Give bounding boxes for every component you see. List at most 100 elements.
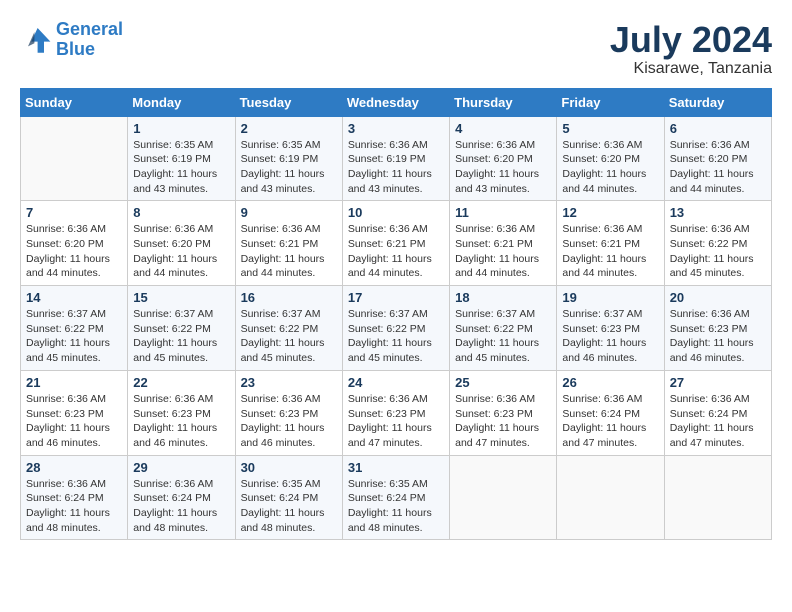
- calendar-cell: 5 Sunrise: 6:36 AM Sunset: 6:20 PM Dayli…: [557, 116, 664, 201]
- sunrise-text: Sunrise: 6:35 AM: [133, 138, 229, 153]
- daylight-text: Daylight: 11 hours and 46 minutes.: [241, 421, 337, 450]
- day-info: Sunrise: 6:36 AM Sunset: 6:21 PM Dayligh…: [348, 222, 444, 281]
- sunset-text: Sunset: 6:21 PM: [562, 237, 658, 252]
- daylight-text: Daylight: 11 hours and 46 minutes.: [670, 336, 766, 365]
- day-number: 8: [133, 205, 229, 220]
- sunset-text: Sunset: 6:24 PM: [241, 491, 337, 506]
- day-info: Sunrise: 6:36 AM Sunset: 6:20 PM Dayligh…: [562, 138, 658, 197]
- daylight-text: Daylight: 11 hours and 44 minutes.: [562, 252, 658, 281]
- day-info: Sunrise: 6:36 AM Sunset: 6:20 PM Dayligh…: [670, 138, 766, 197]
- sunset-text: Sunset: 6:23 PM: [133, 407, 229, 422]
- day-info: Sunrise: 6:37 AM Sunset: 6:22 PM Dayligh…: [348, 307, 444, 366]
- sunrise-text: Sunrise: 6:35 AM: [241, 477, 337, 492]
- daylight-text: Daylight: 11 hours and 44 minutes.: [241, 252, 337, 281]
- calendar-cell: 24 Sunrise: 6:36 AM Sunset: 6:23 PM Dayl…: [342, 370, 449, 455]
- day-number: 19: [562, 290, 658, 305]
- calendar-cell: 8 Sunrise: 6:36 AM Sunset: 6:20 PM Dayli…: [128, 201, 235, 286]
- day-number: 16: [241, 290, 337, 305]
- sunset-text: Sunset: 6:23 PM: [455, 407, 551, 422]
- col-monday: Monday: [128, 88, 235, 116]
- day-info: Sunrise: 6:36 AM Sunset: 6:24 PM Dayligh…: [26, 477, 122, 536]
- daylight-text: Daylight: 11 hours and 46 minutes.: [133, 421, 229, 450]
- sunset-text: Sunset: 6:23 PM: [241, 407, 337, 422]
- day-number: 14: [26, 290, 122, 305]
- daylight-text: Daylight: 11 hours and 48 minutes.: [133, 506, 229, 535]
- calendar-cell: 23 Sunrise: 6:36 AM Sunset: 6:23 PM Dayl…: [235, 370, 342, 455]
- daylight-text: Daylight: 11 hours and 46 minutes.: [562, 336, 658, 365]
- day-info: Sunrise: 6:37 AM Sunset: 6:22 PM Dayligh…: [133, 307, 229, 366]
- day-info: Sunrise: 6:36 AM Sunset: 6:24 PM Dayligh…: [562, 392, 658, 451]
- daylight-text: Daylight: 11 hours and 44 minutes.: [670, 167, 766, 196]
- sunset-text: Sunset: 6:23 PM: [26, 407, 122, 422]
- sunset-text: Sunset: 6:20 PM: [455, 152, 551, 167]
- sunrise-text: Sunrise: 6:36 AM: [455, 138, 551, 153]
- daylight-text: Daylight: 11 hours and 45 minutes.: [26, 336, 122, 365]
- sunset-text: Sunset: 6:23 PM: [348, 407, 444, 422]
- sunrise-text: Sunrise: 6:36 AM: [670, 222, 766, 237]
- sunset-text: Sunset: 6:19 PM: [348, 152, 444, 167]
- sunrise-text: Sunrise: 6:36 AM: [455, 222, 551, 237]
- calendar-cell: 9 Sunrise: 6:36 AM Sunset: 6:21 PM Dayli…: [235, 201, 342, 286]
- calendar-cell: [21, 116, 128, 201]
- calendar-cell: 11 Sunrise: 6:36 AM Sunset: 6:21 PM Dayl…: [450, 201, 557, 286]
- sunrise-text: Sunrise: 6:37 AM: [133, 307, 229, 322]
- sunset-text: Sunset: 6:22 PM: [455, 322, 551, 337]
- day-number: 11: [455, 205, 551, 220]
- sunset-text: Sunset: 6:22 PM: [26, 322, 122, 337]
- daylight-text: Daylight: 11 hours and 47 minutes.: [348, 421, 444, 450]
- daylight-text: Daylight: 11 hours and 46 minutes.: [26, 421, 122, 450]
- day-info: Sunrise: 6:36 AM Sunset: 6:21 PM Dayligh…: [241, 222, 337, 281]
- day-number: 31: [348, 460, 444, 475]
- day-info: Sunrise: 6:36 AM Sunset: 6:21 PM Dayligh…: [455, 222, 551, 281]
- calendar-cell: 13 Sunrise: 6:36 AM Sunset: 6:22 PM Dayl…: [664, 201, 771, 286]
- sunset-text: Sunset: 6:24 PM: [562, 407, 658, 422]
- day-number: 7: [26, 205, 122, 220]
- day-number: 23: [241, 375, 337, 390]
- sunrise-text: Sunrise: 6:37 AM: [562, 307, 658, 322]
- daylight-text: Daylight: 11 hours and 48 minutes.: [26, 506, 122, 535]
- day-number: 4: [455, 121, 551, 136]
- day-number: 26: [562, 375, 658, 390]
- day-info: Sunrise: 6:36 AM Sunset: 6:20 PM Dayligh…: [455, 138, 551, 197]
- calendar-cell: 3 Sunrise: 6:36 AM Sunset: 6:19 PM Dayli…: [342, 116, 449, 201]
- day-info: Sunrise: 6:36 AM Sunset: 6:23 PM Dayligh…: [133, 392, 229, 451]
- sunrise-text: Sunrise: 6:36 AM: [670, 307, 766, 322]
- daylight-text: Daylight: 11 hours and 45 minutes.: [348, 336, 444, 365]
- sunset-text: Sunset: 6:23 PM: [670, 322, 766, 337]
- day-number: 22: [133, 375, 229, 390]
- sunrise-text: Sunrise: 6:36 AM: [133, 222, 229, 237]
- calendar-cell: 14 Sunrise: 6:37 AM Sunset: 6:22 PM Dayl…: [21, 286, 128, 371]
- day-info: Sunrise: 6:36 AM Sunset: 6:23 PM Dayligh…: [455, 392, 551, 451]
- calendar-cell: 19 Sunrise: 6:37 AM Sunset: 6:23 PM Dayl…: [557, 286, 664, 371]
- sunrise-text: Sunrise: 6:35 AM: [348, 477, 444, 492]
- col-wednesday: Wednesday: [342, 88, 449, 116]
- day-number: 18: [455, 290, 551, 305]
- calendar-cell: [450, 455, 557, 540]
- calendar-cell: 12 Sunrise: 6:36 AM Sunset: 6:21 PM Dayl…: [557, 201, 664, 286]
- day-info: Sunrise: 6:36 AM Sunset: 6:23 PM Dayligh…: [26, 392, 122, 451]
- sunrise-text: Sunrise: 6:36 AM: [348, 222, 444, 237]
- daylight-text: Daylight: 11 hours and 45 minutes.: [455, 336, 551, 365]
- day-number: 17: [348, 290, 444, 305]
- calendar-table: Sunday Monday Tuesday Wednesday Thursday…: [20, 88, 772, 541]
- daylight-text: Daylight: 11 hours and 44 minutes.: [26, 252, 122, 281]
- page-header: General Blue July 2024 Kisarawe, Tanzani…: [20, 20, 772, 78]
- day-info: Sunrise: 6:35 AM Sunset: 6:24 PM Dayligh…: [241, 477, 337, 536]
- day-info: Sunrise: 6:35 AM Sunset: 6:19 PM Dayligh…: [133, 138, 229, 197]
- calendar-cell: 4 Sunrise: 6:36 AM Sunset: 6:20 PM Dayli…: [450, 116, 557, 201]
- sunset-text: Sunset: 6:22 PM: [670, 237, 766, 252]
- sunrise-text: Sunrise: 6:35 AM: [241, 138, 337, 153]
- calendar-header-row: Sunday Monday Tuesday Wednesday Thursday…: [21, 88, 772, 116]
- sunrise-text: Sunrise: 6:36 AM: [670, 138, 766, 153]
- day-info: Sunrise: 6:35 AM Sunset: 6:24 PM Dayligh…: [348, 477, 444, 536]
- daylight-text: Daylight: 11 hours and 48 minutes.: [241, 506, 337, 535]
- daylight-text: Daylight: 11 hours and 45 minutes.: [133, 336, 229, 365]
- calendar-week-row: 1 Sunrise: 6:35 AM Sunset: 6:19 PM Dayli…: [21, 116, 772, 201]
- calendar-cell: 22 Sunrise: 6:36 AM Sunset: 6:23 PM Dayl…: [128, 370, 235, 455]
- day-number: 13: [670, 205, 766, 220]
- daylight-text: Daylight: 11 hours and 43 minutes.: [348, 167, 444, 196]
- day-number: 21: [26, 375, 122, 390]
- day-number: 28: [26, 460, 122, 475]
- day-info: Sunrise: 6:36 AM Sunset: 6:20 PM Dayligh…: [26, 222, 122, 281]
- month-year: July 2024: [610, 20, 772, 60]
